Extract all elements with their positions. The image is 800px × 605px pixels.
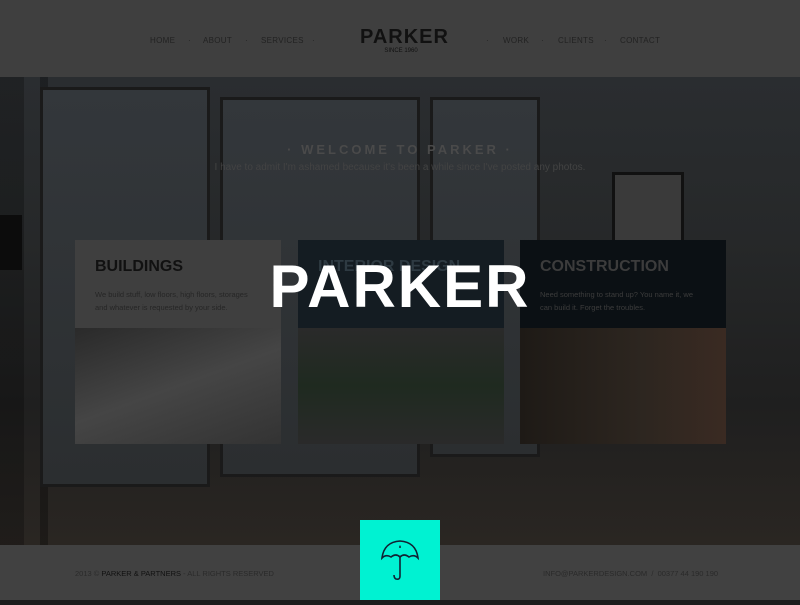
card-image [75, 328, 281, 444]
email-link[interactable]: INFO@PARKERDESIGN.COM [543, 569, 647, 578]
umbrella-icon [380, 540, 420, 580]
nav-separator: · [188, 36, 191, 45]
nav-home[interactable]: HOME [150, 36, 175, 45]
nav-separator: · [245, 36, 248, 45]
nav-separator: · [486, 36, 489, 45]
welcome-heading: · WELCOME TO PARKER · [287, 142, 513, 157]
nav-separator: · [541, 36, 544, 45]
nav-contact[interactable]: CONTACT [620, 36, 660, 45]
welcome-subtitle: I have to admit I'm ashamed because it's… [214, 162, 586, 173]
contact-info: INFO@PARKERDESIGN.COM / 00377 44 190 190 [543, 569, 719, 578]
company-link[interactable]: PARKER & PARTNERS [101, 569, 181, 578]
header: HOME · ABOUT · SERVICES · PARKER SINCE 1… [0, 0, 800, 77]
copyright: 2013 © PARKER & PARTNERS - ALL RIGHTS RE… [75, 569, 274, 578]
card-image [298, 328, 504, 444]
logo-tagline: SINCE 1960 [384, 48, 418, 54]
card-image [520, 328, 726, 444]
overlay-logo: PARKER [269, 253, 531, 320]
umbrella-button[interactable] [360, 520, 440, 600]
nav-clients[interactable]: CLIENTS [558, 36, 594, 45]
phone: 00377 44 190 190 [657, 569, 719, 578]
nav-separator: · [312, 36, 315, 45]
nav-work[interactable]: WORK [503, 36, 529, 45]
logo[interactable]: PARKER [360, 26, 448, 49]
nav-services[interactable]: SERVICES [261, 36, 304, 45]
nav-separator: · [604, 36, 607, 45]
nav-about[interactable]: ABOUT [203, 36, 232, 45]
